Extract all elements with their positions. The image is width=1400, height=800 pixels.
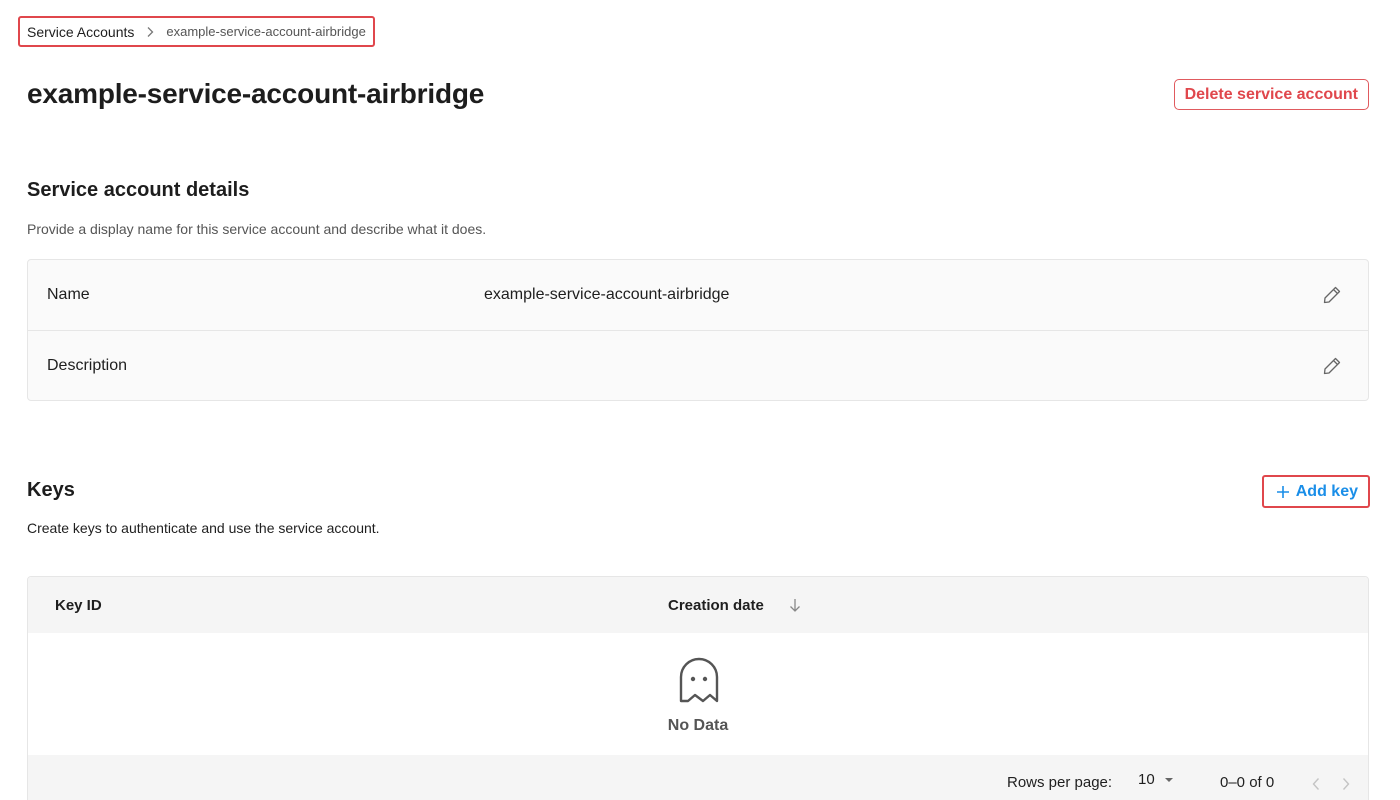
table-empty-state: No Data — [28, 633, 1368, 755]
chevron-left-icon — [1312, 778, 1320, 790]
sort-arrow-down-icon[interactable] — [788, 597, 802, 613]
no-data-text: No Data — [667, 717, 729, 734]
edit-description-button[interactable] — [1320, 354, 1344, 378]
next-page-button[interactable] — [1336, 773, 1356, 795]
keys-table: Key ID Creation date No Data Rows per pa… — [27, 576, 1369, 800]
breadcrumb: Service Accounts example-service-account… — [18, 16, 375, 47]
ghost-icon — [679, 657, 719, 703]
pencil-icon — [1323, 357, 1341, 374]
table-pagination: Rows per page: 10 0–0 of 0 — [28, 755, 1368, 800]
column-header-creation-date[interactable]: Creation date — [668, 577, 802, 633]
keys-section-title: Keys — [27, 479, 75, 501]
column-header-key-id: Key ID — [55, 577, 102, 633]
key-id-header-label: Key ID — [55, 596, 102, 614]
previous-page-button[interactable] — [1306, 773, 1326, 795]
chevron-right-icon — [144, 26, 156, 38]
breadcrumb-current: example-service-account-airbridge — [166, 24, 366, 39]
rows-per-page-select[interactable]: 10 — [1138, 771, 1175, 788]
chevron-right-icon — [1342, 778, 1350, 790]
name-value: example-service-account-airbridge — [484, 286, 730, 303]
name-label: Name — [47, 286, 90, 303]
detail-row-description: Description — [28, 330, 1368, 400]
pencil-icon — [1323, 286, 1341, 304]
table-header: Key ID Creation date — [28, 577, 1368, 633]
delete-service-account-button[interactable]: Delete service account — [1173, 79, 1369, 110]
page-title: example-service-account-airbridge — [27, 78, 485, 109]
details-card: Name example-service-account-airbridge D… — [27, 259, 1369, 401]
keys-section-description: Create keys to authenticate and use the … — [27, 520, 380, 536]
details-section-description: Provide a display name for this service … — [27, 221, 487, 237]
details-section-title: Service account details — [27, 179, 250, 201]
rows-per-page-value: 10 — [1138, 771, 1155, 788]
detail-row-name: Name example-service-account-airbridge — [28, 260, 1368, 330]
edit-name-button[interactable] — [1320, 283, 1344, 307]
caret-down-icon — [1164, 777, 1173, 782]
add-key-label: Add key — [1295, 482, 1358, 500]
rows-per-page-label: Rows per page: — [1007, 774, 1113, 791]
add-key-button[interactable]: Add key — [1261, 475, 1370, 508]
description-label: Description — [47, 356, 128, 374]
pagination-range: 0–0 of 0 — [1220, 774, 1275, 791]
creation-date-header-label: Creation date — [668, 596, 764, 614]
plus-icon — [1276, 485, 1289, 498]
breadcrumb-service-accounts-link[interactable]: Service Accounts — [27, 24, 134, 40]
